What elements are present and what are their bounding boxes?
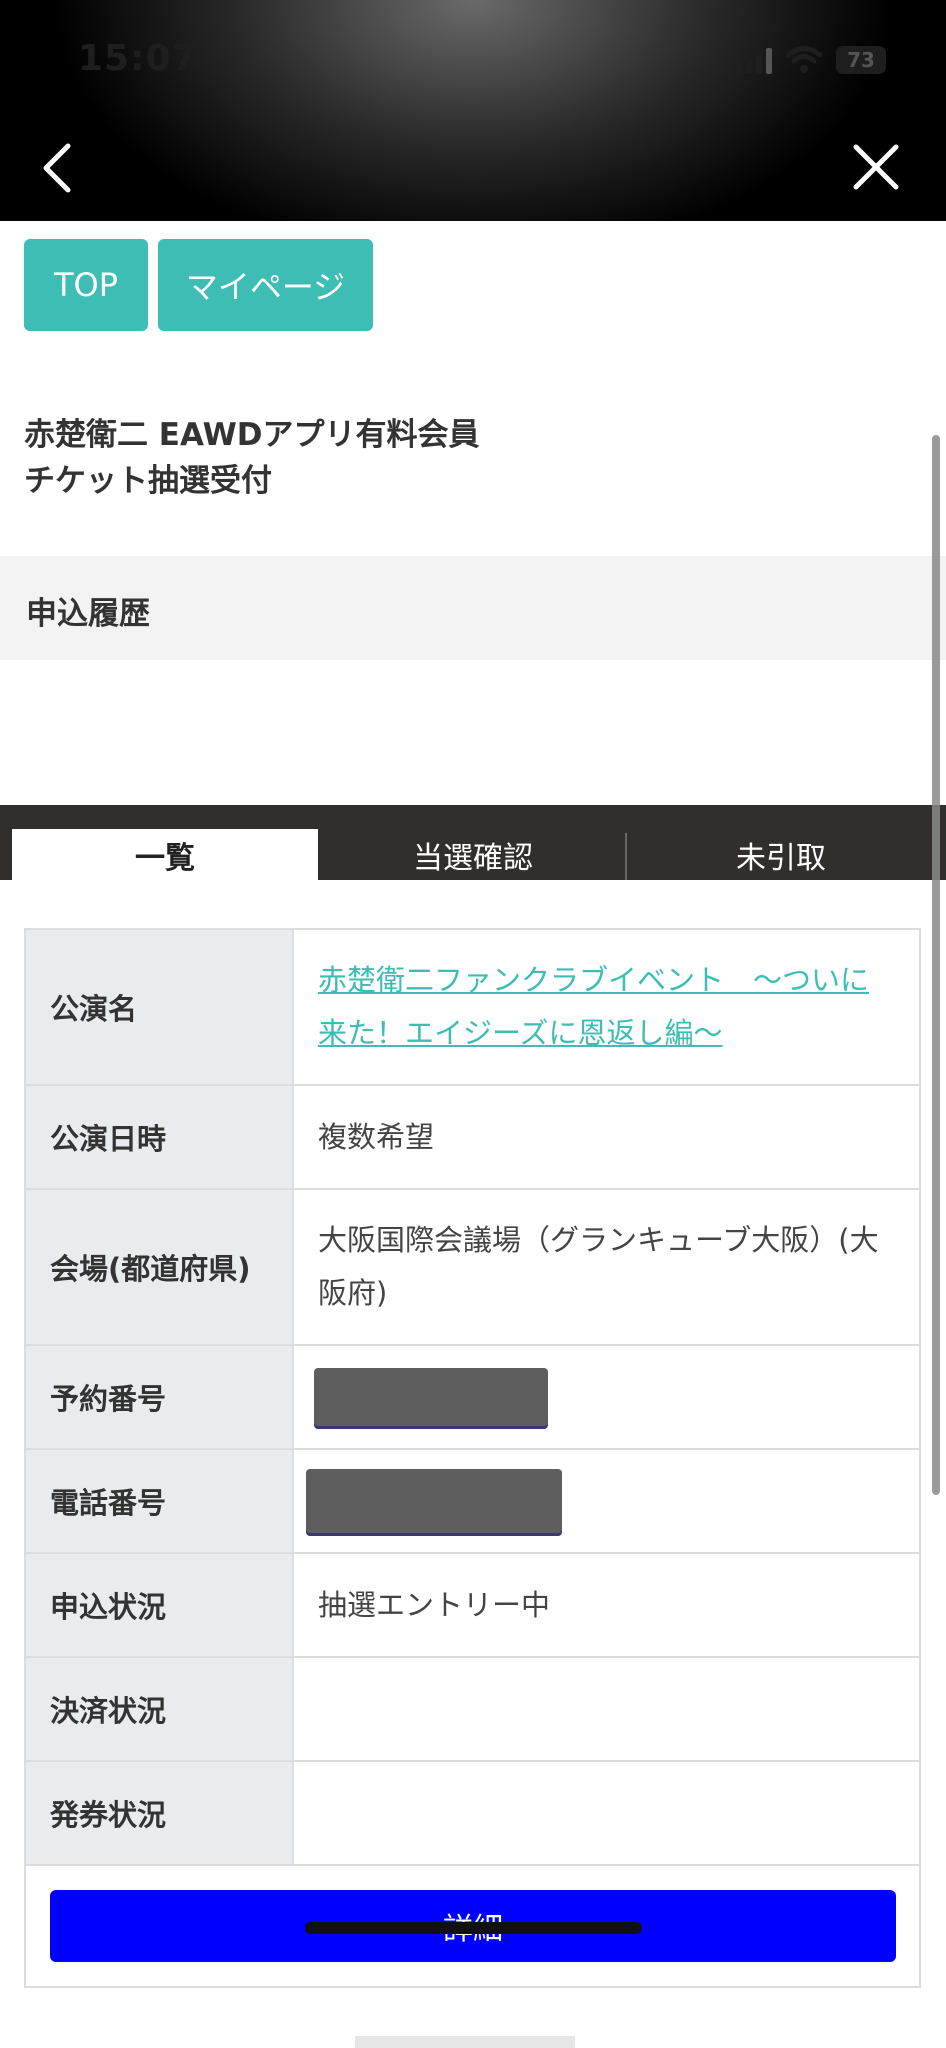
bottom-edge bbox=[355, 2036, 575, 2048]
ticketing-status-label: 発券状況 bbox=[26, 1762, 294, 1864]
application-status-label: 申込状況 bbox=[26, 1554, 294, 1656]
phone-number-cell bbox=[294, 1450, 919, 1552]
tab-bar: 一覧 当選確認 未引取 bbox=[0, 805, 946, 880]
ticketing-status-value bbox=[294, 1762, 919, 1864]
datetime-label: 公演日時 bbox=[26, 1086, 294, 1188]
status-icons: 73 bbox=[736, 42, 886, 78]
performance-name-cell: 赤楚衛二ファンクラブイベント 〜ついに来た！エイジーズに恩返し編〜 bbox=[294, 930, 919, 1084]
performance-name-label: 公演名 bbox=[26, 930, 294, 1084]
datetime-value: 複数希望 bbox=[318, 1119, 435, 1154]
application-card: 公演名 赤楚衛二ファンクラブイベント 〜ついに来た！エイジーズに恩返し編〜 公演… bbox=[24, 928, 921, 1988]
reservation-number-cell bbox=[294, 1346, 919, 1448]
reservation-number-redacted bbox=[314, 1368, 548, 1426]
payment-status-value bbox=[294, 1658, 919, 1760]
top-button[interactable]: TOP bbox=[24, 239, 148, 331]
venue-value: 大阪国際会議場（グランキューブ大阪）(大阪府) bbox=[318, 1223, 879, 1310]
scrollbar[interactable] bbox=[932, 435, 940, 1495]
table-row: 電話番号 bbox=[26, 1450, 919, 1554]
table-row: 公演名 赤楚衛二ファンクラブイベント 〜ついに来た！エイジーズに恩返し編〜 bbox=[26, 930, 919, 1086]
table-row: 会場(都道府県) 大阪国際会議場（グランキューブ大阪）(大阪府) bbox=[26, 1190, 919, 1346]
top-button-row: TOP マイページ bbox=[24, 239, 373, 331]
page-title-line1: 赤楚衛二 EAWDアプリ有料会員 bbox=[24, 417, 480, 453]
section-header: 申込履歴 bbox=[0, 556, 946, 660]
performance-name-link[interactable]: 赤楚衛二ファンクラブイベント 〜ついに来た！エイジーズに恩返し編〜 bbox=[318, 954, 895, 1060]
status-time: 15:07 bbox=[78, 38, 198, 79]
cellular-signal-icon bbox=[736, 46, 772, 74]
phone-number-label: 電話番号 bbox=[26, 1450, 294, 1552]
table-row: 予約番号 bbox=[26, 1346, 919, 1450]
tab-list[interactable]: 一覧 bbox=[12, 829, 318, 880]
page-title: 赤楚衛二 EAWDアプリ有料会員 チケット抽選受付 bbox=[24, 412, 480, 504]
mypage-button[interactable]: マイページ bbox=[158, 239, 373, 331]
tab-divider bbox=[625, 833, 627, 880]
home-indicator bbox=[305, 1922, 642, 1934]
chevron-left-icon[interactable] bbox=[38, 138, 78, 198]
close-icon[interactable] bbox=[852, 143, 900, 191]
page-title-line2: チケット抽選受付 bbox=[24, 463, 272, 499]
phone-number-redacted bbox=[306, 1469, 562, 1533]
tab-unclaimed[interactable]: 未引取 bbox=[628, 829, 934, 880]
table-row: 決済状況 bbox=[26, 1658, 919, 1762]
table-row: 発券状況 bbox=[26, 1762, 919, 1866]
reservation-number-label: 予約番号 bbox=[26, 1346, 294, 1448]
battery-icon: 73 bbox=[836, 46, 886, 74]
table-row: 申込状況 抽選エントリー中 bbox=[26, 1554, 919, 1658]
venue-label: 会場(都道府県) bbox=[26, 1190, 294, 1344]
application-status-value: 抽選エントリー中 bbox=[318, 1587, 551, 1622]
app-header: 15:07 73 bbox=[0, 0, 946, 221]
wifi-icon bbox=[786, 46, 822, 73]
section-title: 申込履歴 bbox=[26, 596, 150, 632]
table-row: 公演日時 複数希望 bbox=[26, 1086, 919, 1190]
payment-status-label: 決済状況 bbox=[26, 1658, 294, 1760]
tab-win-check[interactable]: 当選確認 bbox=[320, 829, 626, 880]
